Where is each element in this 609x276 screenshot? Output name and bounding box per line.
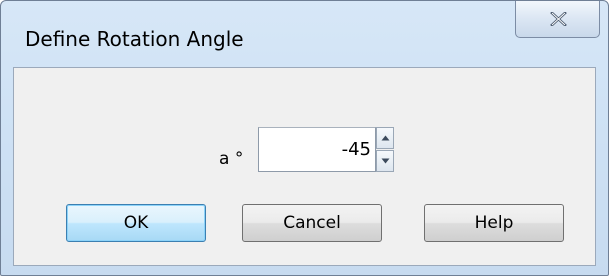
ok-button[interactable]: OK	[66, 204, 206, 242]
close-button[interactable]	[515, 1, 600, 38]
dialog-client-area: a ° OK Cancel Help	[13, 67, 596, 266]
cancel-button[interactable]: Cancel	[242, 204, 382, 242]
title-bar[interactable]: Define Rotation Angle	[1, 1, 608, 67]
angle-spinner[interactable]	[376, 127, 394, 172]
dialog-title: Define Rotation Angle	[25, 27, 244, 51]
close-icon	[550, 12, 567, 26]
spin-down-button[interactable]	[376, 150, 394, 172]
spin-up-button[interactable]	[376, 127, 394, 149]
dialog-window: Define Rotation Angle a ° OK Cancel	[0, 0, 609, 276]
arrow-up-icon	[381, 135, 390, 141]
help-button[interactable]: Help	[424, 204, 564, 242]
angle-input[interactable]	[258, 127, 376, 172]
arrow-down-icon	[381, 158, 390, 164]
angle-label: a °	[219, 149, 244, 169]
